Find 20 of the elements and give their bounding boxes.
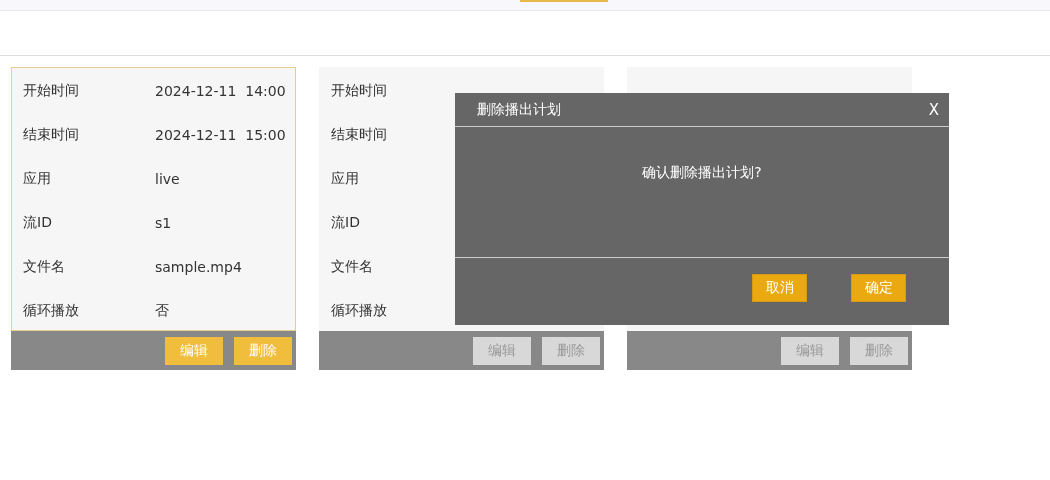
field-label: 文件名 xyxy=(23,258,66,276)
field-label: 应用 xyxy=(23,170,52,188)
field-value: 否 xyxy=(155,302,169,320)
field-label: 开始时间 xyxy=(331,82,388,100)
dialog-message: 确认删除播出计划? xyxy=(642,164,762,182)
field-label: 结束时间 xyxy=(331,126,388,144)
field-label: 文件名 xyxy=(331,258,374,276)
field-value: 2024-12-11 14:00 xyxy=(155,83,286,99)
field-label: 应用 xyxy=(331,170,360,188)
field-label: 循环播放 xyxy=(331,302,388,320)
field-label: 流ID xyxy=(23,214,53,232)
field-value: s1 xyxy=(155,215,172,231)
dialog-title: 删除播出计划 xyxy=(477,100,561,119)
field-value: 2024-12-11 15:00 xyxy=(155,127,286,143)
field-label: 流ID xyxy=(331,214,361,232)
field-label: 结束时间 xyxy=(23,126,80,144)
field-label: 循环播放 xyxy=(23,302,80,320)
field-value: live xyxy=(155,171,180,187)
field-value: sample.mp4 xyxy=(155,259,242,275)
field-label: 开始时间 xyxy=(23,82,80,100)
